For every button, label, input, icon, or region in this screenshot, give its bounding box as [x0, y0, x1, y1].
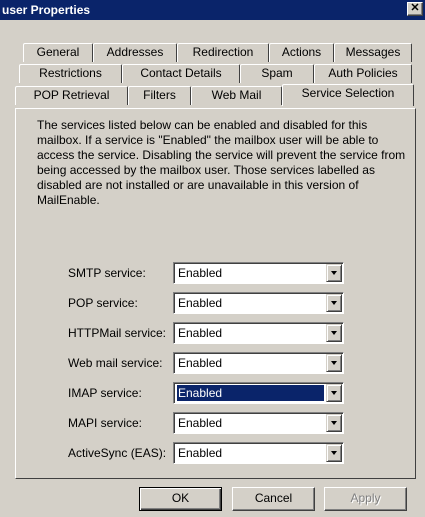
imap-service-select[interactable]: Enabled [173, 382, 344, 404]
imap-service-value: Enabled [177, 385, 324, 401]
chevron-down-icon[interactable] [326, 384, 342, 402]
tab-spam[interactable]: Spam [240, 64, 314, 83]
title-bar[interactable]: user Properties ✕ [0, 0, 425, 20]
chevron-down-icon[interactable] [326, 414, 342, 432]
tab-actions[interactable]: Actions [269, 43, 334, 62]
httpmail-service-value: Enabled [178, 326, 223, 340]
mapi-service-select[interactable]: Enabled [173, 412, 344, 434]
httpmail-service-select[interactable]: Enabled [173, 322, 344, 344]
tab-general[interactable]: General [23, 43, 93, 62]
close-icon[interactable]: ✕ [407, 2, 423, 16]
webmail-service-label: Web mail service: [68, 356, 163, 370]
ok-button[interactable]: OK [139, 487, 222, 511]
pop-service-label: POP service: [68, 296, 138, 310]
activesync-service-value: Enabled [178, 446, 223, 460]
smtp-service-label: SMTP service: [68, 266, 146, 280]
pop-service-select[interactable]: Enabled [173, 292, 344, 314]
imap-service-label: IMAP service: [68, 386, 142, 400]
tab-redirection[interactable]: Redirection [177, 43, 269, 62]
tab-filters[interactable]: Filters [128, 86, 191, 105]
httpmail-service-label: HTTPMail service: [68, 326, 167, 340]
smtp-service-select[interactable]: Enabled [173, 262, 344, 284]
tab-pop-retrieval[interactable]: POP Retrieval [15, 86, 128, 105]
tab-messages[interactable]: Messages [334, 43, 412, 62]
cancel-button[interactable]: Cancel [232, 487, 315, 511]
service-description: The services listed below can be enabled… [37, 118, 406, 207]
mapi-service-label: MAPI service: [68, 416, 143, 430]
window-title: user Properties [2, 3, 91, 17]
chevron-down-icon[interactable] [326, 444, 342, 462]
activesync-service-select[interactable]: Enabled [173, 442, 344, 464]
mapi-service-value: Enabled [178, 416, 223, 430]
webmail-service-value: Enabled [178, 356, 223, 370]
apply-button[interactable]: Apply [324, 487, 407, 511]
tab-service-selection[interactable]: Service Selection [282, 84, 414, 106]
chevron-down-icon[interactable] [326, 294, 342, 312]
tab-addresses[interactable]: Addresses [93, 43, 177, 62]
tab-restrictions[interactable]: Restrictions [19, 64, 122, 83]
smtp-service-value: Enabled [178, 266, 223, 280]
activesync-service-label: ActiveSync (EAS): [68, 446, 167, 460]
chevron-down-icon[interactable] [326, 324, 342, 342]
chevron-down-icon[interactable] [326, 264, 342, 282]
chevron-down-icon[interactable] [326, 354, 342, 372]
tab-contact-details[interactable]: Contact Details [122, 64, 240, 83]
tab-auth-policies[interactable]: Auth Policies [314, 64, 412, 83]
webmail-service-select[interactable]: Enabled [173, 352, 344, 374]
service-selection-panel: The services listed below can be enabled… [15, 108, 416, 479]
tab-web-mail[interactable]: Web Mail [191, 86, 282, 105]
pop-service-value: Enabled [178, 296, 223, 310]
